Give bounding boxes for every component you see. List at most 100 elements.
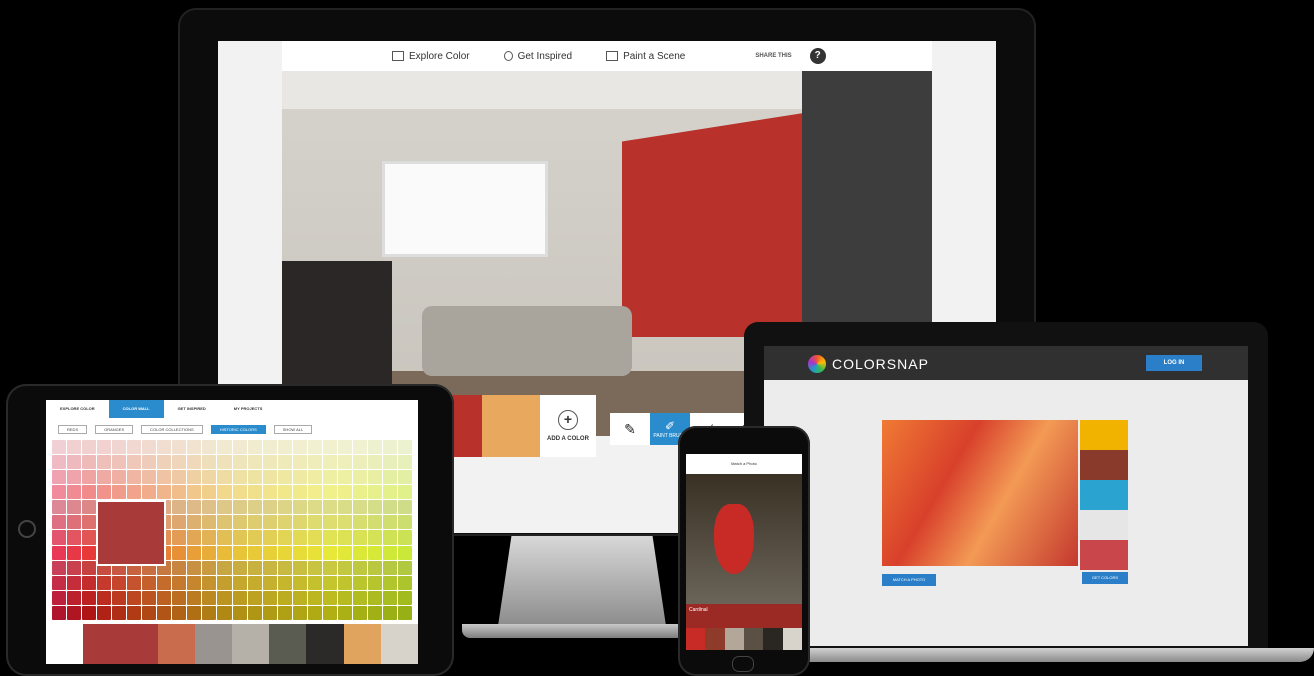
color-chip[interactable] xyxy=(67,440,82,455)
color-chip[interactable] xyxy=(112,605,127,620)
color-chip[interactable] xyxy=(352,500,367,515)
color-chip[interactable] xyxy=(337,455,352,470)
nav-paint-a-scene[interactable]: Paint a Scene xyxy=(606,51,685,62)
color-chip[interactable] xyxy=(202,605,217,620)
color-chip[interactable] xyxy=(292,455,307,470)
color-chip[interactable] xyxy=(307,605,322,620)
color-chip[interactable] xyxy=(172,530,187,545)
color-chip[interactable] xyxy=(142,575,157,590)
color-chip[interactable] xyxy=(307,575,322,590)
color-chip[interactable] xyxy=(367,470,382,485)
swatch[interactable] xyxy=(1080,450,1128,480)
color-chip[interactable] xyxy=(142,590,157,605)
color-chip[interactable] xyxy=(232,470,247,485)
color-chip[interactable] xyxy=(352,455,367,470)
color-chip[interactable] xyxy=(187,485,202,500)
color-chip[interactable] xyxy=(82,440,97,455)
color-chip[interactable] xyxy=(232,560,247,575)
color-chip[interactable] xyxy=(337,515,352,530)
color-chip[interactable] xyxy=(337,545,352,560)
color-chip[interactable] xyxy=(247,575,262,590)
palette-swatch[interactable] xyxy=(705,628,725,650)
color-chip[interactable] xyxy=(337,485,352,500)
color-chip[interactable] xyxy=(247,485,262,500)
color-chip[interactable] xyxy=(337,470,352,485)
color-chip[interactable] xyxy=(127,590,142,605)
color-chip[interactable] xyxy=(112,470,127,485)
color-chip[interactable] xyxy=(172,545,187,560)
color-chip[interactable] xyxy=(367,560,382,575)
color-chip[interactable] xyxy=(52,560,67,575)
color-chip[interactable] xyxy=(187,530,202,545)
color-chip[interactable] xyxy=(232,485,247,500)
color-chip[interactable] xyxy=(367,590,382,605)
color-chip[interactable] xyxy=(127,455,142,470)
color-chip[interactable] xyxy=(367,605,382,620)
color-chip[interactable] xyxy=(172,590,187,605)
color-chip[interactable] xyxy=(307,545,322,560)
color-chip[interactable] xyxy=(292,515,307,530)
color-chip[interactable] xyxy=(397,455,412,470)
color-chip[interactable] xyxy=(82,485,97,500)
color-chip[interactable] xyxy=(262,575,277,590)
color-chip[interactable] xyxy=(142,455,157,470)
color-chip[interactable] xyxy=(82,470,97,485)
swatch[interactable] xyxy=(1080,540,1128,570)
color-chip[interactable] xyxy=(367,575,382,590)
palette-swatch[interactable] xyxy=(232,624,270,664)
color-chip[interactable] xyxy=(97,575,112,590)
color-chip[interactable] xyxy=(367,500,382,515)
color-chip[interactable] xyxy=(67,470,82,485)
color-chip[interactable] xyxy=(397,605,412,620)
color-chip[interactable] xyxy=(202,545,217,560)
color-chip[interactable] xyxy=(307,470,322,485)
color-chip[interactable] xyxy=(292,470,307,485)
tab-color-wall[interactable]: COLOR WALL xyxy=(108,400,164,418)
swatch[interactable] xyxy=(1080,480,1128,510)
color-chip[interactable] xyxy=(52,485,67,500)
color-chip[interactable] xyxy=(127,470,142,485)
color-chip[interactable] xyxy=(277,545,292,560)
color-chip[interactable] xyxy=(352,605,367,620)
color-chip[interactable] xyxy=(172,515,187,530)
color-chip[interactable] xyxy=(142,440,157,455)
share-button[interactable]: SHARE THIS xyxy=(755,53,791,59)
palette-swatch[interactable] xyxy=(46,624,84,664)
color-chip[interactable] xyxy=(112,455,127,470)
palette-swatch[interactable] xyxy=(686,628,706,650)
color-chip[interactable] xyxy=(82,560,97,575)
color-chip[interactable] xyxy=(277,530,292,545)
color-chip[interactable] xyxy=(337,560,352,575)
color-chip[interactable] xyxy=(382,605,397,620)
color-chip[interactable] xyxy=(292,575,307,590)
color-chip[interactable] xyxy=(202,485,217,500)
color-chip[interactable] xyxy=(187,515,202,530)
color-chip[interactable] xyxy=(217,530,232,545)
tab-get-inspired[interactable]: GET INSPIRED xyxy=(164,400,220,418)
color-chip[interactable] xyxy=(142,485,157,500)
color-chip[interactable] xyxy=(187,560,202,575)
color-chip[interactable] xyxy=(217,455,232,470)
color-chip[interactable] xyxy=(262,470,277,485)
color-chip[interactable] xyxy=(397,590,412,605)
color-chip[interactable] xyxy=(247,530,262,545)
color-chip[interactable] xyxy=(247,470,262,485)
color-chip[interactable] xyxy=(322,440,337,455)
color-chip[interactable] xyxy=(337,590,352,605)
color-chip[interactable] xyxy=(367,545,382,560)
color-chip[interactable] xyxy=(277,515,292,530)
color-chip[interactable] xyxy=(217,605,232,620)
color-chip[interactable] xyxy=(262,560,277,575)
color-chip[interactable] xyxy=(322,500,337,515)
color-chip[interactable] xyxy=(202,590,217,605)
color-chip[interactable] xyxy=(187,440,202,455)
color-chip[interactable] xyxy=(52,500,67,515)
color-chip[interactable] xyxy=(382,485,397,500)
color-chip[interactable] xyxy=(307,455,322,470)
color-chip[interactable] xyxy=(82,590,97,605)
color-chip[interactable] xyxy=(172,500,187,515)
color-chip[interactable] xyxy=(382,545,397,560)
cardinal-photo[interactable] xyxy=(686,474,802,604)
filter-show-all[interactable]: SHOW ALL xyxy=(273,424,313,434)
color-chip[interactable] xyxy=(262,440,277,455)
